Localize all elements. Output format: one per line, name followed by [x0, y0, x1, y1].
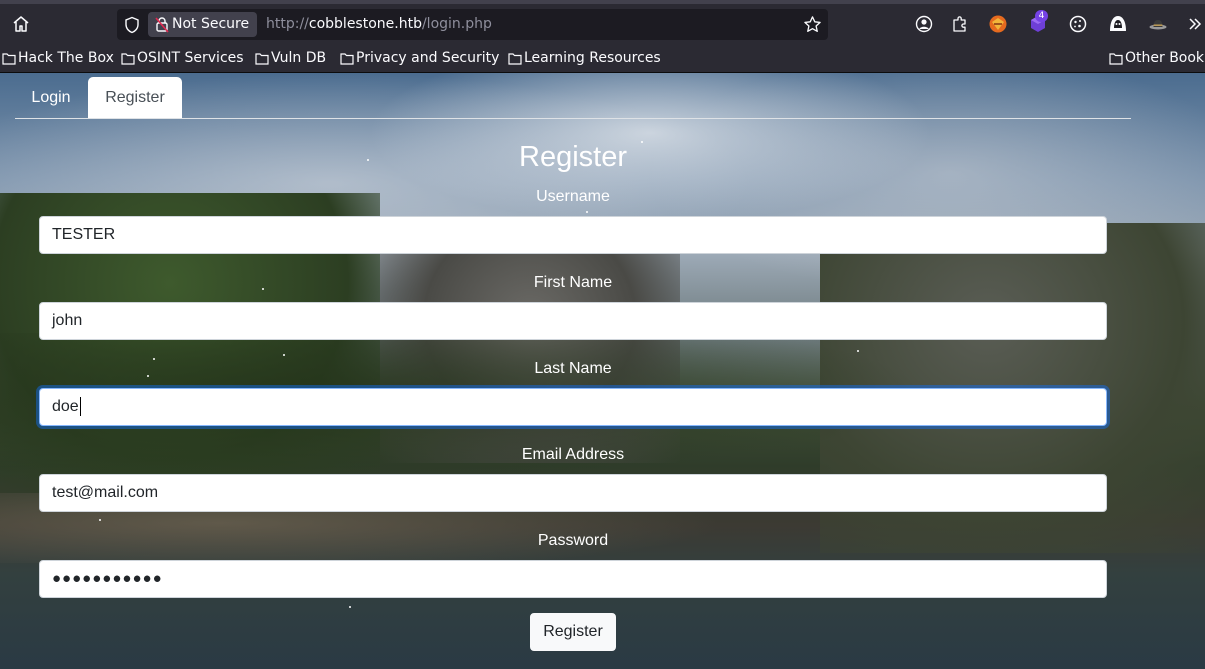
extensions-button[interactable]: [949, 13, 971, 35]
last-name-label: Last Name: [534, 360, 612, 377]
shield-icon[interactable]: [123, 16, 141, 34]
url-scheme: http://: [266, 16, 309, 32]
url-path: /login.php: [421, 16, 492, 32]
username-input[interactable]: TESTER: [39, 216, 1107, 254]
home-button[interactable]: [6, 10, 36, 38]
lock-warning-icon: [155, 17, 169, 33]
account-icon: [915, 15, 933, 33]
bookmark-label: Learning Resources: [524, 50, 661, 66]
first-name-label: First Name: [533, 274, 613, 291]
bookmark-label: Other Bookmarks: [1125, 50, 1205, 66]
overflow-menu-button[interactable]: [1184, 13, 1205, 35]
form-title: Register: [519, 141, 627, 173]
puzzle-icon: [953, 16, 966, 32]
cookie-icon: [1069, 15, 1087, 33]
text-caret: [79, 397, 81, 417]
bookmark-other-bookmarks[interactable]: Other Bookmarks: [1109, 48, 1205, 72]
email-label: Email Address: [521, 446, 625, 463]
chevrons-right-icon: [1189, 18, 1202, 30]
star-icon[interactable]: [803, 15, 822, 34]
folder-icon: [2, 53, 16, 65]
fox-extension-icon: [989, 15, 1007, 33]
first-name-input[interactable]: john: [39, 302, 1107, 340]
extension-button-4[interactable]: [1107, 13, 1129, 35]
extension-button-3[interactable]: [1067, 13, 1089, 35]
folder-icon: [255, 53, 269, 65]
last-name-input[interactable]: doe: [39, 388, 1107, 426]
email-input[interactable]: test@mail.com: [39, 474, 1107, 512]
url-text[interactable]: http://cobblestone.htb/login.php: [266, 9, 492, 40]
browser-toolbar: Not Secure http://cobblestone.htb/login.…: [0, 0, 1205, 48]
username-label: Username: [536, 188, 610, 205]
home-icon: [13, 16, 29, 32]
tab-strip: [0, 0, 1205, 4]
folder-icon: [1109, 53, 1123, 65]
last-name-value: doe: [52, 398, 79, 415]
bookmark-privacy-and-security[interactable]: Privacy and Security: [340, 48, 499, 72]
folder-icon: [340, 53, 354, 65]
url-host: cobblestone.htb: [308, 16, 422, 32]
snow-particle: [586, 211, 588, 213]
snow-particle: [857, 350, 859, 352]
bookmark-vuln-db[interactable]: Vuln DB: [255, 48, 326, 72]
bookmark-label: Hack The Box: [18, 50, 114, 66]
bookmarks-toolbar: Hack The Box OSINT Services Vuln DB Priv…: [0, 48, 1205, 73]
bookmark-learning-resources[interactable]: Learning Resources: [508, 48, 661, 72]
extension-button-5[interactable]: [1147, 13, 1169, 35]
bookmark-label: Privacy and Security: [356, 50, 500, 66]
password-label: Password: [537, 532, 609, 549]
register-button[interactable]: Register: [530, 613, 616, 651]
bookmark-osint-services[interactable]: OSINT Services: [121, 48, 244, 72]
fedora-hat-icon: [1149, 20, 1167, 30]
extension-button-1[interactable]: [987, 13, 1009, 35]
folder-icon: [121, 53, 135, 65]
tab-register[interactable]: Register: [88, 77, 182, 118]
bookmark-hack-the-box[interactable]: Hack The Box: [2, 48, 114, 72]
bookmark-label: Vuln DB: [271, 50, 327, 66]
password-input[interactable]: ●●●●●●●●●●●: [39, 560, 1107, 598]
auth-tabs: Login Register: [15, 77, 1131, 119]
hacker-mask-icon: [1110, 16, 1126, 31]
bookmark-label: OSINT Services: [137, 50, 244, 66]
snow-particle: [283, 354, 285, 356]
security-indicator[interactable]: Not Secure: [148, 12, 258, 37]
extension-badge: 4: [1035, 10, 1048, 22]
snow-particle: [99, 519, 101, 521]
address-bar[interactable]: Not Secure http://cobblestone.htb/login.…: [117, 9, 828, 40]
account-button[interactable]: [913, 13, 935, 35]
folder-icon: [508, 53, 522, 65]
security-label: Not Secure: [172, 16, 250, 32]
snow-particle: [349, 606, 351, 608]
page-content: Login Register Register Username TESTER …: [0, 73, 1205, 669]
tab-login[interactable]: Login: [18, 77, 84, 118]
